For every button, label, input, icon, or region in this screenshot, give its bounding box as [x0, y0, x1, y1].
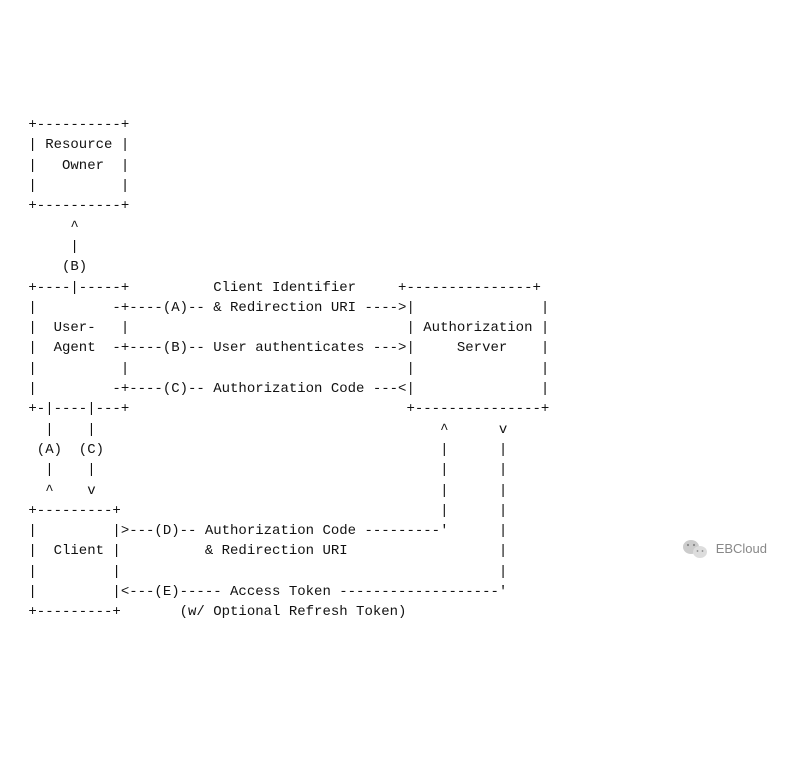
ascii-diagram: +----------+ | Resource | | Owner | | | … [20, 115, 767, 622]
watermark: EBCloud [682, 501, 767, 598]
watermark-label: EBCloud [716, 540, 767, 559]
wechat-icon [682, 501, 708, 598]
